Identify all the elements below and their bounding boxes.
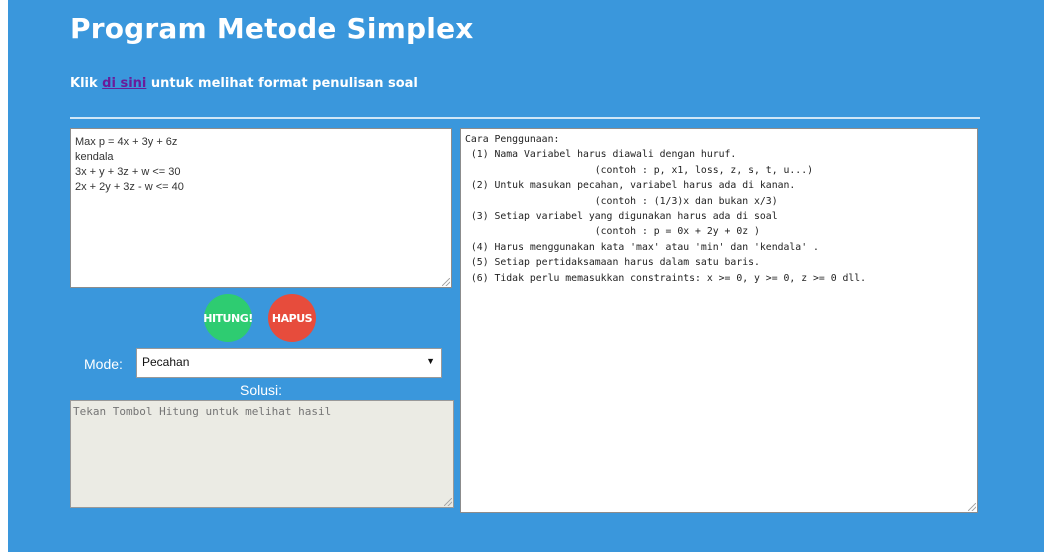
- dropdown-arrow-icon: ▼: [426, 356, 435, 366]
- page-title: Program Metode Simplex: [70, 12, 474, 45]
- resize-grip-icon[interactable]: [442, 278, 450, 286]
- usage-instructions: Cara Penggunaan: (1) Nama Variabel harus…: [460, 128, 978, 513]
- format-hint-prefix: Klik: [70, 76, 103, 91]
- format-hint-suffix: untuk melihat format penulisan soal: [146, 76, 418, 91]
- problem-input[interactable]: Max p = 4x + 3y + 6z kendala 3x + y + 3z…: [70, 128, 452, 288]
- mode-label: Mode:: [84, 356, 123, 372]
- format-link[interactable]: di sini: [102, 76, 146, 91]
- mode-selected-value: Pecahan: [142, 355, 190, 369]
- divider: [70, 117, 980, 119]
- mode-select[interactable]: Pecahan ▼: [136, 348, 442, 378]
- resize-grip-icon[interactable]: [444, 498, 452, 506]
- hitung-button[interactable]: HITUNG!: [203, 294, 253, 342]
- resize-grip-icon[interactable]: [968, 503, 976, 511]
- hapus-button[interactable]: HAPUS: [268, 294, 316, 342]
- solusi-label: Solusi:: [239, 382, 283, 398]
- format-hint: Klik di sini untuk melihat format penuli…: [70, 76, 418, 91]
- solution-output[interactable]: [70, 400, 454, 508]
